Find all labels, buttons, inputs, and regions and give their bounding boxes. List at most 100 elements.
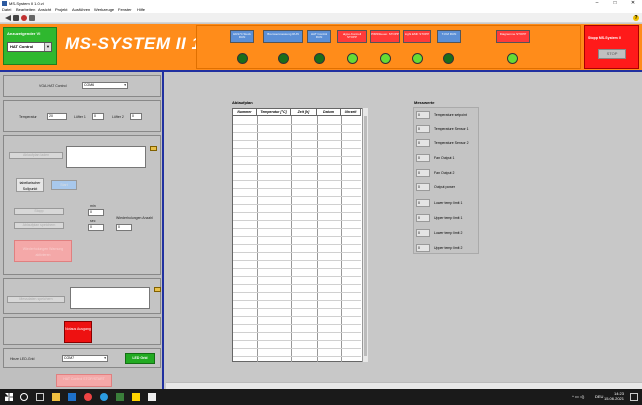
plan-path-textbox[interactable] — [66, 146, 146, 168]
status-button-pimssteuer[interactable]: PIMSSteuer. STOPP — [370, 30, 400, 43]
vi-selector-value: HAT Control — [10, 44, 34, 49]
status-button-alypo[interactable]: alypo-Kontroll STOPP — [337, 30, 367, 43]
horizontal-scrollbar[interactable] — [166, 382, 642, 389]
app-icon[interactable] — [148, 393, 156, 401]
save-plan-button[interactable]: Ablaufplan speichern — [14, 222, 64, 229]
table-row — [233, 212, 361, 213]
table-row — [233, 180, 361, 181]
led-grid-section: Hinze LED-Grid COM7 ▾ LED Grid — [3, 348, 161, 368]
connection-section: VGA-HAT Control COM6 ▾ — [3, 75, 161, 97]
chevron-down-icon: ▾ — [104, 356, 106, 360]
status-button-hat-control[interactable]: HAT Control RUN — [307, 30, 331, 43]
close-button[interactable]: ✕ — [624, 0, 642, 7]
column-header-zeit: Zeit [h] — [291, 109, 317, 116]
excel-icon[interactable] — [116, 393, 124, 401]
chrome-icon[interactable] — [84, 393, 92, 401]
temperatur-input[interactable]: 20 — [47, 113, 67, 120]
messwert-value: 0 — [416, 111, 430, 119]
column-header-uhrzeit: Uhrzeit — [341, 109, 361, 116]
labview-icon[interactable] — [132, 393, 140, 401]
app-title: MS-SYSTEM II 1.0 — [65, 34, 217, 53]
maximize-button[interactable]: □ — [606, 0, 624, 7]
status-led-hat-control — [314, 53, 325, 64]
stop-system-label: Stopp MS-System II — [588, 36, 621, 40]
stop-plan-button[interactable]: Stopp — [14, 208, 64, 215]
vga-port-select[interactable]: COM6 ▾ — [82, 82, 128, 89]
led-grid-label: Hinze LED-Grid — [10, 357, 35, 361]
messwert-name: Fan Output 1 — [434, 156, 455, 160]
table-row — [233, 292, 361, 293]
vi-selector-dropdown[interactable]: HAT Control ▼ — [7, 42, 52, 52]
run-icon[interactable] — [13, 15, 19, 21]
fan1-input[interactable]: 0 — [92, 113, 104, 120]
table-row — [233, 268, 361, 269]
search-icon[interactable] — [20, 393, 28, 401]
task-view-icon[interactable] — [36, 393, 44, 401]
windows-start-icon[interactable] — [5, 393, 13, 401]
minimize-button[interactable]: – — [588, 0, 606, 7]
pause-icon[interactable] — [29, 15, 35, 21]
hat-control-start-button[interactable]: HAT Control STOP/START — [56, 374, 112, 387]
table-row — [233, 156, 361, 157]
notification-icon[interactable] — [630, 393, 638, 401]
language-indicator[interactable]: DEU — [595, 394, 603, 399]
chevron-down-icon[interactable]: ▼ — [44, 43, 51, 51]
ablaufplan-table[interactable]: Nummer Temperatur [°C] Zeit [h] Datum Uh… — [232, 108, 366, 362]
table-row — [233, 228, 361, 229]
messwert-value: 0 — [416, 183, 430, 191]
repeat-label: Wiederholungen Anzahl — [116, 216, 153, 220]
start-button[interactable]: Start — [51, 180, 77, 190]
ablaufplan-section: Ablaufplan laden tabellarischer Sollpunk… — [3, 135, 161, 275]
status-button-light-emf[interactable]: Light EMF STOPP — [403, 30, 431, 43]
table-row — [233, 300, 361, 301]
stop-system-button[interactable]: STOP — [598, 49, 626, 59]
min-input[interactable]: 0 — [88, 209, 104, 216]
folder-icon[interactable] — [150, 146, 157, 151]
data-path-textbox[interactable] — [70, 287, 150, 309]
clock[interactable]: 14:23 15.06.2021 — [604, 391, 624, 401]
help-icon[interactable]: ? — [633, 15, 639, 21]
status-panel: HR174 Stock RUN Bremsenmessung RUN HAT C… — [196, 25, 581, 69]
status-button-diagramme[interactable]: Diagramme STOPP — [496, 30, 530, 43]
emergency-stop-button[interactable]: Notaus Ausgang — [64, 321, 92, 343]
toolbar: ? — [0, 13, 642, 23]
table-row — [233, 284, 361, 285]
status-button-bremsenmessung[interactable]: Bremsenmessung RUN — [263, 30, 303, 43]
header-panel: Anzuzeigender VI HAT Control ▼ MS-SYSTEM… — [0, 24, 642, 70]
status-button-tkm[interactable]: T-KM RUN — [437, 30, 461, 43]
table-row — [233, 164, 361, 165]
setpoint-table-button[interactable]: tabellarischer Sollpunkt — [16, 178, 44, 192]
repeat-input[interactable]: 0 — [116, 224, 132, 231]
folder-icon[interactable] — [154, 287, 161, 292]
back-icon[interactable] — [5, 15, 11, 21]
led-port-select[interactable]: COM7 ▾ — [62, 355, 108, 362]
temperatur-label: Temperatur — [19, 115, 37, 119]
messwert-value: 0 — [416, 154, 430, 162]
network-icon[interactable]: ^ ▭ ◁) — [572, 394, 584, 399]
stop-system-panel: Stopp MS-System II STOP — [584, 25, 639, 69]
load-plan-button[interactable]: Ablaufplan laden — [9, 152, 63, 159]
vi-selector-panel: Anzuzeigender VI HAT Control ▼ — [3, 27, 57, 65]
fan2-input[interactable]: 0 — [130, 113, 142, 120]
warning-button[interactable]: Wiederholungen Warnung aktivieren — [14, 240, 72, 262]
messwert-value: 0 — [416, 214, 430, 222]
status-button-hr174[interactable]: HR174 Stock RUN — [230, 30, 254, 43]
messwert-value: 0 — [416, 199, 430, 207]
status-led-bremsenmessung — [278, 53, 289, 64]
led-grid-button[interactable]: LED Grid — [125, 353, 155, 364]
table-row — [233, 348, 361, 349]
edge-icon[interactable] — [68, 393, 76, 401]
save-data-button[interactable]: Messdaten speichern — [7, 296, 65, 303]
table-row — [233, 124, 361, 125]
browser-icon[interactable] — [100, 393, 108, 401]
vga-port-value: COM6 — [84, 83, 95, 87]
min-label: min — [90, 204, 96, 208]
abort-icon[interactable] — [21, 15, 27, 21]
file-explorer-icon[interactable] — [52, 393, 60, 401]
sec-input[interactable]: 0 — [88, 224, 104, 231]
status-led-alypo — [347, 53, 358, 64]
table-row — [233, 332, 361, 333]
ablaufplan-scrollbar[interactable] — [362, 108, 368, 362]
scrollbar-thumb[interactable] — [364, 116, 367, 356]
table-row — [233, 252, 361, 253]
